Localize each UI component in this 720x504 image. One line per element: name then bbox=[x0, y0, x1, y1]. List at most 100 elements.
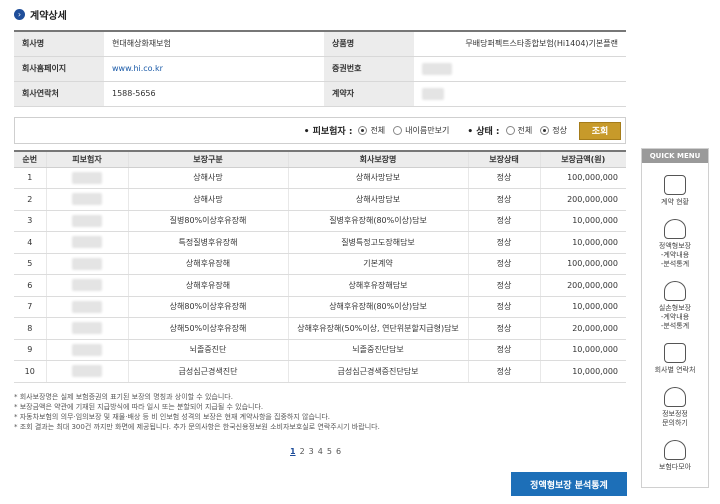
row-insured bbox=[45, 167, 128, 189]
row-no: 1 bbox=[14, 167, 46, 189]
table-row: 6 상해후유장해 상해후유장해담보 정상 200,000,000 bbox=[14, 274, 626, 297]
contract-info-table: 회사명 현대해상화재보험 상품명 무배당퍼펙트스타종합보험(Hi1404)기본플… bbox=[14, 30, 626, 107]
row-coverage-name: 질병후유장해(80%이상)담보 bbox=[287, 210, 468, 232]
table-row: 4 특정질병후유장해 질병특정고도장해담보 정상 10,000,000 bbox=[14, 231, 626, 254]
redacted-value bbox=[72, 236, 102, 249]
insured-filter-label: • 피보험자 : bbox=[303, 127, 353, 137]
col-header-coverage-name: 회사보장명 bbox=[287, 151, 468, 168]
redacted-value bbox=[72, 343, 102, 356]
quick-item-insurance-damoa[interactable]: 보험다모아 bbox=[642, 440, 708, 472]
page-link[interactable]: 3 bbox=[309, 447, 314, 456]
page-link[interactable]: 4 bbox=[318, 447, 323, 456]
notes: * 회사보장명은 실제 보험증권의 표기된 보장의 명칭과 상이할 수 있습니다… bbox=[14, 392, 626, 432]
page-link[interactable]: 5 bbox=[327, 447, 332, 456]
row-insured bbox=[45, 317, 128, 340]
row-amount: 100,000,000 bbox=[539, 253, 626, 275]
info-row: 회사홈페이지 www.hi.co.kr 증권번호 bbox=[14, 56, 626, 82]
row-insured bbox=[45, 296, 128, 318]
filter-bar: • 피보험자 : 전체 내이름만보기 • 상태 : 전체 정상 조회 bbox=[14, 117, 626, 144]
row-no: 8 bbox=[14, 317, 46, 340]
row-coverage-name: 급성심근경색증진단담보 bbox=[287, 360, 468, 383]
row-insured bbox=[45, 253, 128, 275]
status-normal-radio[interactable]: 정상 bbox=[540, 125, 567, 136]
row-status: 정상 bbox=[467, 296, 540, 318]
table-row: 1 상해사망 상해사망담보 정상 100,000,000 bbox=[14, 167, 626, 189]
row-status: 정상 bbox=[467, 231, 540, 254]
group-icon bbox=[664, 440, 686, 460]
row-no: 5 bbox=[14, 253, 46, 275]
row-amount: 200,000,000 bbox=[539, 274, 626, 297]
page-title: › 계약상세 bbox=[14, 7, 67, 22]
table-row: 3 질병80%이상후유장해 질병후유장해(80%이상)담보 정상 10,000,000 bbox=[14, 210, 626, 232]
quick-item-company-contacts[interactable]: 회사별 연락처 bbox=[642, 343, 708, 375]
search-button[interactable]: 조회 bbox=[579, 121, 621, 140]
row-type: 특정질병후유장해 bbox=[127, 231, 288, 254]
page-link[interactable]: 2 bbox=[300, 447, 305, 456]
table-row: 8 상해50%이상후유장해 상해후유장해(50%이상, 연단위분할지급형)담보 정상 2… bbox=[14, 317, 626, 340]
table-row: 2 상해사망 상해사망담보 정상 200,000,000 bbox=[14, 188, 626, 211]
row-status: 정상 bbox=[467, 317, 540, 340]
quick-menu-title: QUICK MENU bbox=[642, 149, 708, 163]
redacted-value bbox=[422, 87, 444, 100]
row-coverage-name: 상해사망담보 bbox=[287, 167, 468, 189]
quick-item-contract-status[interactable]: 계약 현황 bbox=[642, 175, 708, 207]
radio-selected-icon bbox=[540, 126, 550, 135]
row-coverage-name: 상해후유장해담보 bbox=[287, 274, 468, 297]
redacted-value bbox=[72, 279, 102, 292]
status-all-radio[interactable]: 전체 bbox=[505, 125, 532, 136]
policy-number-value bbox=[414, 56, 626, 82]
row-coverage-name: 상해사망담보 bbox=[287, 188, 468, 211]
status-filter-label: • 상태 : bbox=[467, 127, 500, 137]
row-amount: 10,000,000 bbox=[539, 360, 626, 383]
quick-item-fixed-coverage[interactable]: 정액형보장 -계약내용 -분석통계 bbox=[642, 219, 708, 269]
fixed-coverage-analysis-button[interactable]: 정액형보장 분석통계 bbox=[511, 472, 627, 496]
table-header-row: 순번 피보험자 보장구분 회사보장명 보장상태 보장금액(원) bbox=[14, 151, 626, 168]
note-line: * 자동차보험의 의무·임의보장 및 재물·배상 등 비 인보험 성격의 보장은… bbox=[14, 413, 331, 421]
row-type: 상해후유장해 bbox=[127, 274, 288, 297]
col-header-type: 보장구분 bbox=[127, 151, 288, 168]
quick-item-actual-loss-coverage[interactable]: 실손형보장 -계약내용 -분석통계 bbox=[642, 281, 708, 331]
insured-mine-radio[interactable]: 내이름만보기 bbox=[393, 125, 449, 136]
company-name-label: 회사명 bbox=[14, 31, 104, 57]
info-row: 회사명 현대해상화재보험 상품명 무배당퍼펙트스타종합보험(Hi1404)기본플… bbox=[14, 31, 626, 57]
col-header-insured: 피보험자 bbox=[45, 151, 128, 168]
insured-all-radio[interactable]: 전체 bbox=[358, 125, 385, 136]
radio-selected-icon bbox=[358, 126, 368, 135]
page-title-text: 계약상세 bbox=[30, 10, 67, 22]
chevron-right-icon: › bbox=[14, 8, 25, 20]
redacted-value bbox=[72, 171, 102, 184]
row-amount: 10,000,000 bbox=[539, 210, 626, 232]
company-contact-label: 회사연락처 bbox=[14, 81, 104, 107]
document-icon bbox=[664, 175, 686, 195]
row-status: 정상 bbox=[467, 274, 540, 297]
table-row: 7 상해80%이상후유장해 상해후유장해(80%이상)담보 정상 10,000,000 bbox=[14, 296, 626, 318]
policy-number-label: 증권번호 bbox=[324, 56, 414, 82]
row-type: 상해사망 bbox=[127, 167, 288, 189]
quick-item-info-correction[interactable]: 정보정정 문의하기 bbox=[642, 387, 708, 428]
table-row: 9 뇌졸중진단 뇌졸중진단담보 정상 10,000,000 bbox=[14, 339, 626, 361]
row-insured bbox=[45, 274, 128, 297]
row-type: 뇌졸중진단 bbox=[127, 339, 288, 361]
row-no: 4 bbox=[14, 231, 46, 254]
company-homepage-link[interactable]: www.hi.co.kr bbox=[104, 56, 324, 82]
row-amount: 10,000,000 bbox=[539, 296, 626, 318]
row-status: 정상 bbox=[467, 339, 540, 361]
row-type: 상해후유장해 bbox=[127, 253, 288, 275]
coverage-table: 순번 피보험자 보장구분 회사보장명 보장상태 보장금액(원) 1 상해사망 상해사… bbox=[14, 150, 626, 383]
redacted-value bbox=[72, 193, 102, 206]
redacted-value bbox=[72, 365, 102, 378]
row-amount: 10,000,000 bbox=[539, 231, 626, 254]
company-name-value: 현대해상화재보험 bbox=[104, 31, 324, 57]
company-homepage-label: 회사홈페이지 bbox=[14, 56, 104, 82]
row-no: 9 bbox=[14, 339, 46, 361]
page-link[interactable]: 6 bbox=[336, 447, 341, 456]
row-status: 정상 bbox=[467, 167, 540, 189]
page-link[interactable]: 1 bbox=[290, 447, 296, 456]
row-status: 정상 bbox=[467, 210, 540, 232]
row-coverage-name: 질병특정고도장해담보 bbox=[287, 231, 468, 254]
row-amount: 200,000,000 bbox=[539, 188, 626, 211]
people-icon bbox=[664, 219, 686, 239]
row-no: 10 bbox=[14, 360, 46, 383]
row-insured bbox=[45, 360, 128, 383]
row-insured bbox=[45, 339, 128, 361]
